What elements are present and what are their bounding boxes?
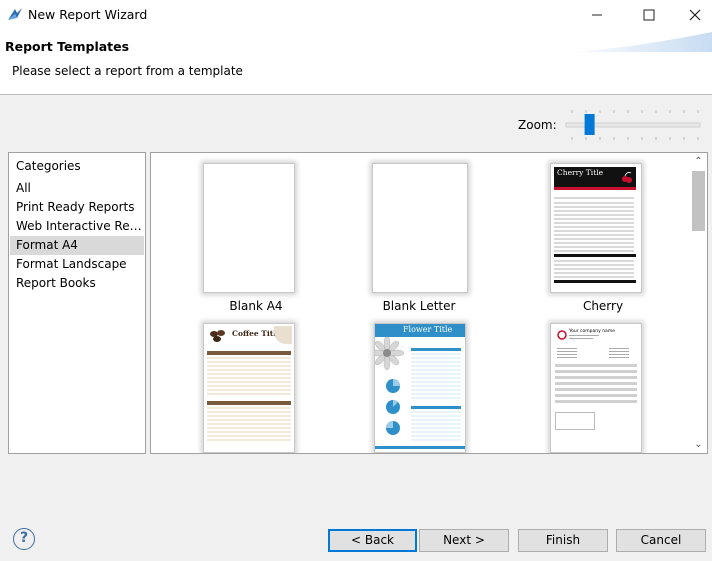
- pie-charts-icon: [386, 379, 400, 435]
- company-logo-icon: [557, 330, 567, 340]
- cancel-button[interactable]: Cancel: [616, 529, 706, 552]
- scroll-up-icon[interactable]: ⌃: [690, 153, 707, 170]
- thumb-table-lines: [554, 197, 636, 283]
- minimize-button[interactable]: [574, 0, 620, 30]
- page-description: Please select a report from a template: [12, 64, 243, 78]
- finish-button[interactable]: Finish: [518, 529, 608, 552]
- close-button[interactable]: [672, 0, 712, 30]
- template-thumbnail[interactable]: Coffee Title: [203, 323, 295, 453]
- zoom-slider[interactable]: [562, 108, 702, 142]
- template-label: Blank A4: [229, 299, 283, 313]
- template-thumbnail[interactable]: Flower Title: [374, 323, 466, 453]
- page-title: Report Templates: [5, 39, 130, 54]
- scroll-down-icon[interactable]: ⌄: [690, 436, 707, 453]
- maximize-icon: [643, 9, 655, 21]
- thumb-title: Flower Title: [403, 325, 453, 334]
- zoom-label: Zoom:: [518, 118, 557, 132]
- scrollbar-thumb[interactable]: [692, 171, 705, 231]
- templates-scrollbar[interactable]: ⌃ ⌄: [690, 153, 707, 453]
- category-print-ready-reports[interactable]: Print Ready Reports: [10, 198, 144, 217]
- minimize-icon: [592, 14, 602, 16]
- next-button[interactable]: Next >: [419, 529, 509, 552]
- coffee-beans-icon: [210, 330, 225, 342]
- template-thumbnail[interactable]: [203, 163, 295, 293]
- category-all[interactable]: All: [10, 179, 144, 198]
- category-web-interactive-reports[interactable]: Web Interactive Reports: [10, 217, 144, 236]
- template-label: Blank Letter: [382, 299, 456, 313]
- category-format-a4[interactable]: Format A4: [10, 236, 144, 255]
- categories-panel: Categories All Print Ready Reports Web I…: [8, 152, 146, 454]
- help-button[interactable]: ?: [13, 528, 35, 550]
- maximize-button[interactable]: [626, 0, 672, 30]
- window-title: New Report Wizard: [28, 7, 148, 22]
- template-thumbnail[interactable]: [372, 163, 468, 293]
- categories-header: Categories: [16, 159, 81, 173]
- templates-panel: Blank A4 Blank Letter Cherry Title Cherr…: [150, 152, 708, 454]
- back-button[interactable]: < Back: [328, 529, 417, 552]
- template-label: Cherry: [582, 299, 624, 313]
- close-icon: [689, 9, 701, 21]
- wizard-header: Report Templates Please select a report …: [0, 30, 712, 95]
- app-logo-icon: [8, 8, 22, 20]
- template-thumbnail[interactable]: Your company name: [550, 323, 642, 453]
- template-thumbnail[interactable]: Cherry Title: [550, 163, 642, 293]
- flower-icon: [375, 337, 405, 371]
- thumb-title: Cherry Title: [557, 168, 604, 177]
- thumb-title: Your company name: [569, 329, 615, 334]
- cherry-icon: [622, 172, 632, 183]
- category-report-books[interactable]: Report Books: [10, 274, 144, 293]
- zoom-slider-thumb[interactable]: [584, 114, 595, 135]
- title-bar: New Report Wizard: [0, 0, 712, 30]
- header-banner-graphic: [562, 32, 712, 52]
- category-format-landscape[interactable]: Format Landscape: [10, 255, 144, 274]
